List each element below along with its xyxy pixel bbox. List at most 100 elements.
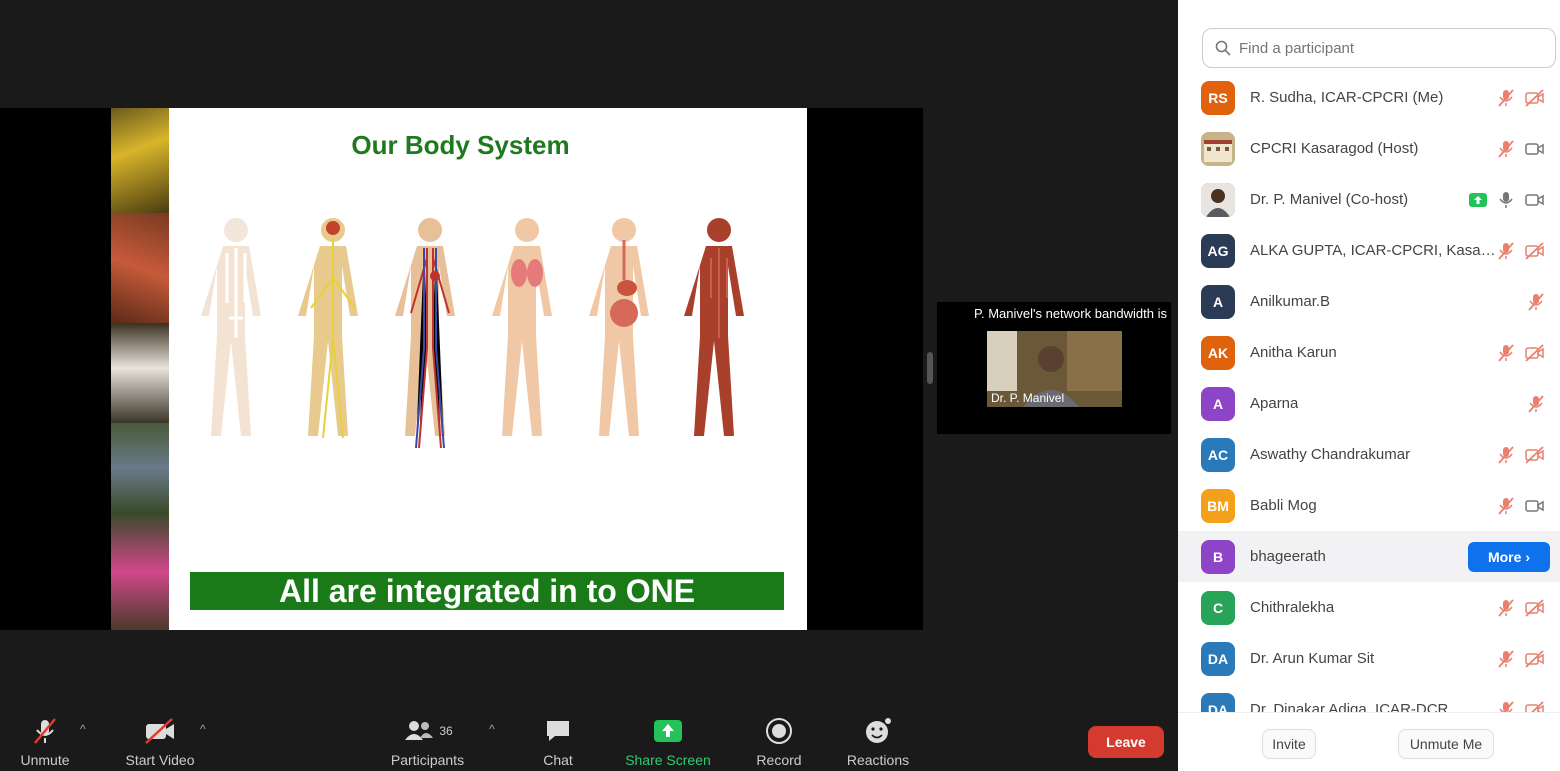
start-video-button[interactable]: Start Video	[115, 714, 205, 768]
muted-mic-icon	[1499, 700, 1514, 712]
participant-name: Aswathy Chandrakumar	[1250, 446, 1411, 463]
avatar: AC	[1201, 437, 1235, 472]
unmute-button[interactable]: Unmute	[10, 714, 80, 768]
participant-row[interactable]: C Chithralekha	[1178, 582, 1560, 633]
participant-row[interactable]: Dr. P. Manivel (Co-host)	[1178, 174, 1560, 225]
participant-row[interactable]: DA Dr. Dinakar Adiga, ICAR-DCR	[1178, 684, 1560, 712]
speaker-thumbnail-panel[interactable]: P. Manivel's network bandwidth is Dr. P.…	[937, 302, 1171, 434]
participant-row[interactable]: A Anilkumar.B	[1178, 276, 1560, 327]
muted-microphone-icon	[34, 718, 56, 744]
video-off-icon	[1525, 343, 1544, 362]
bandwidth-notice: P. Manivel's network bandwidth is	[973, 306, 1167, 321]
participant-row[interactable]: RS R. Sudha, ICAR-CPCRI (Me)	[1178, 72, 1560, 123]
participant-row[interactable]: CPCRI Kasaragod (Host)	[1178, 123, 1560, 174]
zoom-meeting-window: Our Body System All are integrated in to…	[0, 0, 1560, 771]
participant-row[interactable]: BM Babli Mog	[1178, 480, 1560, 531]
participant-row[interactable]: DA Dr. Arun Kumar Sit	[1178, 633, 1560, 684]
video-camera-icon	[1525, 142, 1544, 155]
avatar: BM	[1201, 488, 1235, 523]
muted-mic-icon	[1498, 88, 1514, 107]
screen-share-indicator-icon	[1469, 192, 1487, 207]
invite-button[interactable]: Invite	[1262, 729, 1316, 759]
video-off-icon	[1525, 445, 1544, 464]
slide-banner: All are integrated in to ONE	[190, 572, 784, 610]
muted-mic-icon	[1498, 649, 1514, 668]
participant-name: bhageerath	[1250, 548, 1326, 565]
digestive-system-figure	[589, 218, 649, 436]
avatar	[1201, 131, 1235, 166]
video-off-icon	[1525, 598, 1544, 617]
photo-strip	[111, 108, 169, 630]
participant-row[interactable]: AG ALKA GUPTA, ICAR-CPCRI, Kasar...	[1178, 225, 1560, 276]
slide-title: Our Body System	[351, 130, 570, 160]
respiratory-system-figure	[492, 218, 552, 436]
participants-button[interactable]: 36 Participants	[380, 714, 475, 768]
chat-button[interactable]: Chat	[528, 714, 588, 768]
nervous-system-figure	[298, 218, 358, 439]
avatar: A	[1201, 386, 1235, 421]
chevron-right-icon: ›	[1525, 548, 1531, 565]
participants-panel: RS R. Sudha, ICAR-CPCRI (Me) CPCRI Kasarag…	[1178, 0, 1560, 771]
participant-status-icons	[1496, 445, 1546, 465]
participant-status-icons	[1468, 190, 1546, 210]
participants-panel-footer: Invite Unmute Me	[1178, 712, 1560, 771]
speaker-video-tile[interactable]: Dr. P. Manivel	[987, 331, 1122, 407]
participants-options-chevron-icon[interactable]: ^	[489, 722, 495, 736]
unmute-me-button[interactable]: Unmute Me	[1398, 729, 1494, 759]
more-button-label: More	[1487, 548, 1522, 565]
participant-row[interactable]: AC Aswathy Chandrakumar	[1178, 429, 1560, 480]
speaker-name-label: Dr. P. Manivel	[991, 391, 1065, 405]
leave-button[interactable]: Leave	[1088, 726, 1164, 758]
participant-status-icons	[1496, 700, 1546, 712]
participant-status-icons	[1526, 292, 1546, 312]
participant-name: Chithralekha	[1250, 599, 1335, 616]
presentation-slide: Our Body System All are integrated in to…	[169, 108, 807, 630]
participants-icon	[405, 721, 434, 740]
participant-name: Anilkumar.B	[1250, 293, 1331, 310]
more-button[interactable]: More ›	[1468, 541, 1550, 572]
participant-row[interactable]: A Aparna	[1178, 378, 1560, 429]
reactions-smiley-icon	[866, 718, 891, 743]
microphone-icon	[1499, 191, 1513, 208]
record-icon	[766, 718, 792, 744]
record-button[interactable]: Record	[748, 714, 810, 768]
muted-mic-icon	[1498, 496, 1514, 515]
muted-mic-icon	[1528, 394, 1544, 413]
avatar: DA	[1201, 692, 1235, 712]
meeting-toolbar: Unmute ^ Start Video ^ 36 Participants ^…	[0, 704, 1178, 771]
participant-row[interactable]: Bbhageerath More ›	[1178, 531, 1560, 582]
video-off-icon	[1525, 241, 1544, 260]
avatar: C	[1201, 590, 1235, 625]
share-screen-button[interactable]: Share Screen	[618, 714, 718, 768]
participant-status-icons	[1496, 598, 1546, 618]
participant-row[interactable]: AK Anitha Karun	[1178, 327, 1560, 378]
avatar: RS	[1201, 80, 1235, 115]
skeletal-system-figure	[201, 218, 261, 436]
video-options-chevron-icon[interactable]: ^	[200, 722, 206, 736]
video-off-icon	[1525, 700, 1544, 712]
muted-mic-icon	[1498, 139, 1514, 158]
participant-name: Dr. Dinakar Adiga, ICAR-DCR	[1250, 701, 1449, 712]
avatar: DA	[1201, 641, 1235, 676]
participant-name: Anitha Karun	[1250, 344, 1337, 361]
participant-status-icons	[1496, 496, 1546, 516]
participant-count: 36	[439, 724, 453, 738]
chat-icon	[547, 721, 569, 741]
video-off-icon	[145, 718, 174, 744]
participant-name: R. Sudha, ICAR-CPCRI (Me)	[1250, 89, 1444, 106]
participant-name: ALKA GUPTA, ICAR-CPCRI, Kasar...	[1250, 242, 1496, 259]
gallery-resize-handle[interactable]	[927, 352, 933, 384]
circulatory-system-figure	[395, 218, 455, 449]
participant-search-box[interactable]	[1202, 28, 1556, 68]
reactions-button[interactable]: Reactions	[840, 714, 916, 768]
muscular-system-figure	[684, 218, 744, 436]
muted-mic-icon	[1498, 598, 1514, 617]
participant-name: Babli Mog	[1250, 497, 1317, 514]
participant-search-input[interactable]	[1239, 39, 1539, 57]
avatar: AG	[1201, 233, 1235, 268]
muted-mic-icon	[1498, 241, 1514, 260]
share-screen-icon	[654, 720, 682, 742]
video-camera-icon	[1525, 193, 1544, 206]
audio-options-chevron-icon[interactable]: ^	[80, 722, 86, 736]
muted-mic-icon	[1498, 445, 1514, 464]
